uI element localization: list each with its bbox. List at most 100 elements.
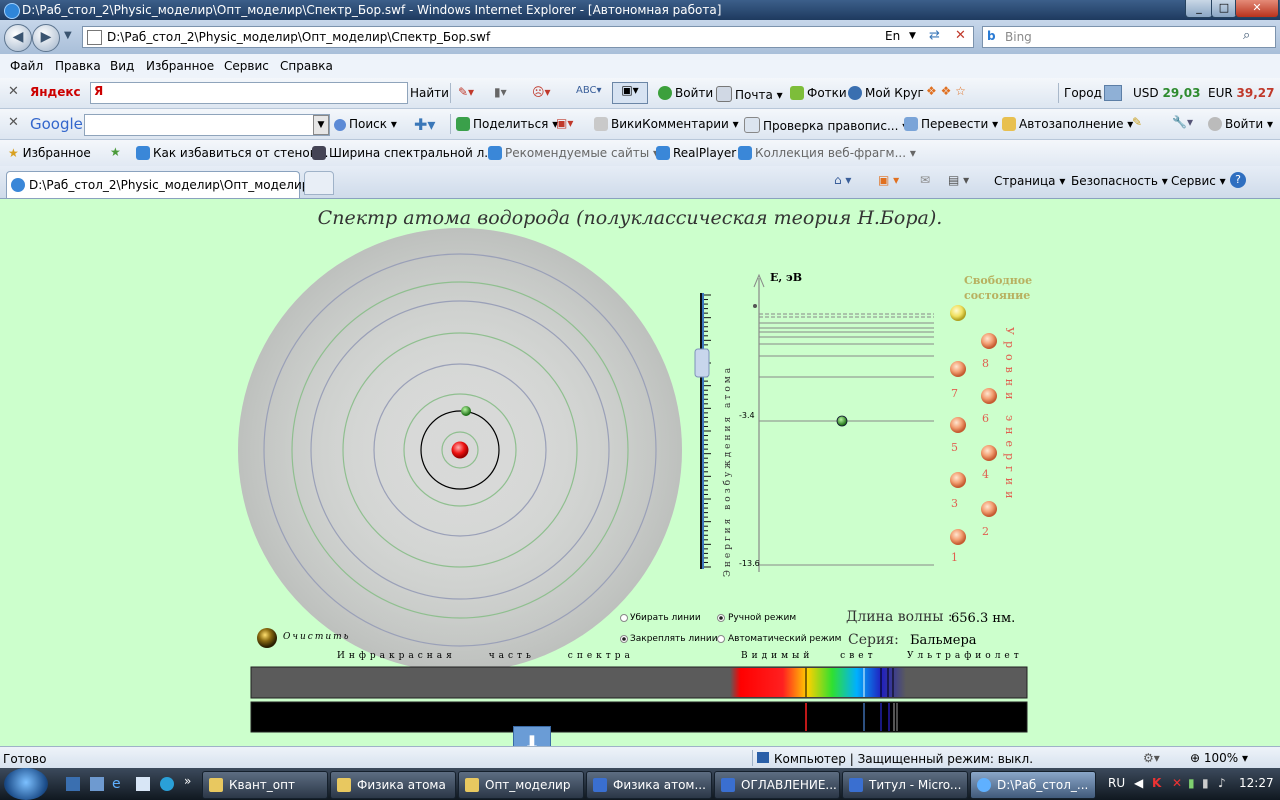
add-favorite-icon[interactable]: ★ xyxy=(110,145,121,159)
new-tab-button[interactable] xyxy=(304,171,334,195)
electron[interactable] xyxy=(461,406,471,416)
google-search-button[interactable]: Поиск ▾ xyxy=(334,117,397,131)
menu-file[interactable]: Файл xyxy=(10,59,43,73)
language-indicator[interactable]: RU xyxy=(1108,776,1125,790)
taskbar-item-3[interactable]: Опт_моделир xyxy=(458,771,584,799)
fav-item-5[interactable]: Коллекция веб-фрагм... ▾ xyxy=(738,146,916,160)
yandex-mail[interactable]: Почта ▾ xyxy=(716,86,783,102)
minimize-button[interactable]: _ xyxy=(1185,0,1213,18)
pencil-icon[interactable]: ✎ xyxy=(1132,115,1142,129)
level-button-4[interactable] xyxy=(981,445,997,461)
address-bar[interactable]: D:\Раб_стол_2\Physic_моделир\Опт_моделир… xyxy=(82,26,974,48)
stop-icon[interactable]: ✕ xyxy=(955,28,966,43)
yandex-photos[interactable]: Фотки xyxy=(790,86,847,100)
menu-help[interactable]: Справка xyxy=(280,59,333,73)
clock[interactable]: 12:27 xyxy=(1239,776,1274,790)
weather-icon[interactable] xyxy=(1104,85,1122,101)
taskbar-item-1[interactable]: Квант_опт xyxy=(202,771,328,799)
quicklaunch-app-icon[interactable] xyxy=(136,777,150,791)
feeds-icon[interactable]: ▣ ▾ xyxy=(878,173,899,187)
share-button[interactable]: Поделиться ▾ xyxy=(456,117,558,131)
tray-alert-icon[interactable]: ✕ xyxy=(1172,776,1182,790)
fix-lines-label[interactable]: Закреплять линии xyxy=(630,634,718,644)
taskbar-item-5[interactable]: ОГЛАВЛЕНИЕ... xyxy=(714,771,840,799)
yandex-find-button[interactable]: Найти xyxy=(410,86,449,100)
maximize-button[interactable]: □ xyxy=(1211,0,1237,18)
language-indicator[interactable]: En xyxy=(885,29,900,43)
yandex-circle[interactable]: Мой Круг xyxy=(848,86,924,100)
start-button[interactable] xyxy=(4,768,48,800)
zoom-control[interactable]: ⊕ 100% ▾ xyxy=(1190,751,1248,765)
wrench-icon[interactable]: 🔧▾ xyxy=(1172,115,1193,129)
taskbar-item-6[interactable]: Титул - Micro... xyxy=(842,771,968,799)
taskbar-item-2[interactable]: Физика атома xyxy=(330,771,456,799)
favorites-button[interactable]: ★ Избранное xyxy=(8,146,91,160)
history-dropdown-icon[interactable]: ▼ xyxy=(64,30,72,41)
network-icon[interactable]: ▮ xyxy=(1188,776,1195,790)
clear-button[interactable] xyxy=(257,628,277,648)
google-logo[interactable]: Google xyxy=(30,115,83,133)
wiki-button[interactable]: ВикиКомментарии ▾ xyxy=(594,117,739,131)
level-button-3[interactable] xyxy=(950,472,966,488)
close-toolbar-icon[interactable]: ✕ xyxy=(8,84,19,99)
protected-mode-icon[interactable]: ⚙▾ xyxy=(1143,751,1160,765)
manual-mode-label[interactable]: Ручной режим xyxy=(728,613,796,623)
plus-icon[interactable]: ✚▾ xyxy=(414,115,435,134)
eur-rate[interactable]: EUR 39,27 xyxy=(1208,86,1275,100)
address-input[interactable]: D:\Раб_стол_2\Physic_моделир\Опт_моделир… xyxy=(107,30,490,44)
tray-arrow-icon[interactable]: ◀ xyxy=(1134,776,1143,790)
forward-button[interactable]: ▶ xyxy=(32,24,60,52)
bing-search-box[interactable]: b Bing ⌕ xyxy=(982,26,1276,48)
signal-icon[interactable]: ▮▾ xyxy=(494,85,507,99)
google-search-input[interactable] xyxy=(84,114,330,136)
print-icon[interactable]: ▤ ▾ xyxy=(948,173,969,187)
search-icon[interactable]: ⌕ xyxy=(1243,28,1250,43)
safe-remove-icon[interactable]: ▮ xyxy=(1202,776,1209,790)
autofill-button[interactable]: Автозаполнение ▾ xyxy=(1002,117,1133,131)
fav-item-3[interactable]: Рекомендуемые сайты ▾ xyxy=(488,146,659,160)
slider-thumb[interactable] xyxy=(694,348,710,378)
auto-mode-label[interactable]: Автоматический режим xyxy=(728,634,841,644)
menu-view[interactable]: Вид xyxy=(110,59,134,73)
radio-auto-mode[interactable] xyxy=(717,635,725,643)
remove-lines-label[interactable]: Убирать линии xyxy=(630,613,701,623)
taskbar-item-7-active[interactable]: D:\Раб_стол_... xyxy=(970,771,1096,799)
antivirus-icon[interactable]: K xyxy=(1152,776,1161,790)
yandex-search-input[interactable]: Я xyxy=(90,82,408,104)
dropdown-icon[interactable]: ▼ xyxy=(313,115,329,135)
page-menu[interactable]: Страница ▾ xyxy=(994,174,1065,188)
quicklaunch-window-icon[interactable] xyxy=(90,777,104,791)
level-button-8[interactable] xyxy=(981,333,997,349)
radio-remove-lines[interactable] xyxy=(620,614,628,622)
home-icon[interactable]: ⌂ ▾ xyxy=(834,173,851,187)
fav-item-2[interactable]: Ширина спектральной л... xyxy=(312,146,496,160)
fav-item-1[interactable]: Как избавиться от стенок... xyxy=(136,146,328,160)
safety-menu[interactable]: Безопасность ▾ xyxy=(1071,174,1168,188)
close-window-button[interactable]: ✕ xyxy=(1235,0,1279,18)
menu-favorites[interactable]: Избранное xyxy=(146,59,214,73)
tab-active[interactable]: D:\Раб_стол_2\Physic_моделир\Опт_моделир… xyxy=(6,171,325,198)
volume-icon[interactable]: ♪ xyxy=(1218,776,1226,790)
mail-icon[interactable]: ✉ xyxy=(920,173,930,187)
alert-icon[interactable]: ☹▾ xyxy=(532,85,551,99)
marker-icon[interactable]: ✎▾ xyxy=(458,85,474,99)
level-button-1[interactable] xyxy=(950,529,966,545)
level-button-free[interactable] xyxy=(950,305,966,321)
city-button[interactable]: Город xyxy=(1064,86,1102,100)
menu-edit[interactable]: Правка xyxy=(55,59,101,73)
clear-label[interactable]: Очистить xyxy=(283,632,351,642)
yandex-login[interactable]: Войти xyxy=(658,86,713,100)
block-icon[interactable]: ▣▾ xyxy=(556,116,573,130)
spellcheck-icon[interactable]: ABC▾ xyxy=(576,85,602,96)
quicklaunch-more-icon[interactable]: » xyxy=(184,774,191,788)
level-button-5[interactable] xyxy=(950,417,966,433)
quicklaunch-ie-icon[interactable]: e xyxy=(112,776,121,792)
translate-icon[interactable]: ▣▾ xyxy=(612,82,648,104)
search-input[interactable]: Bing xyxy=(1005,30,1032,44)
download-arrow-icon[interactable]: ⬇ xyxy=(513,726,551,746)
menu-tools[interactable]: Сервис xyxy=(224,59,269,73)
translate-button[interactable]: Перевести ▾ xyxy=(904,117,998,131)
level-button-6[interactable] xyxy=(981,388,997,404)
google-login-button[interactable]: Войти ▾ xyxy=(1208,117,1273,131)
quicklaunch-skype-icon[interactable] xyxy=(160,777,174,791)
